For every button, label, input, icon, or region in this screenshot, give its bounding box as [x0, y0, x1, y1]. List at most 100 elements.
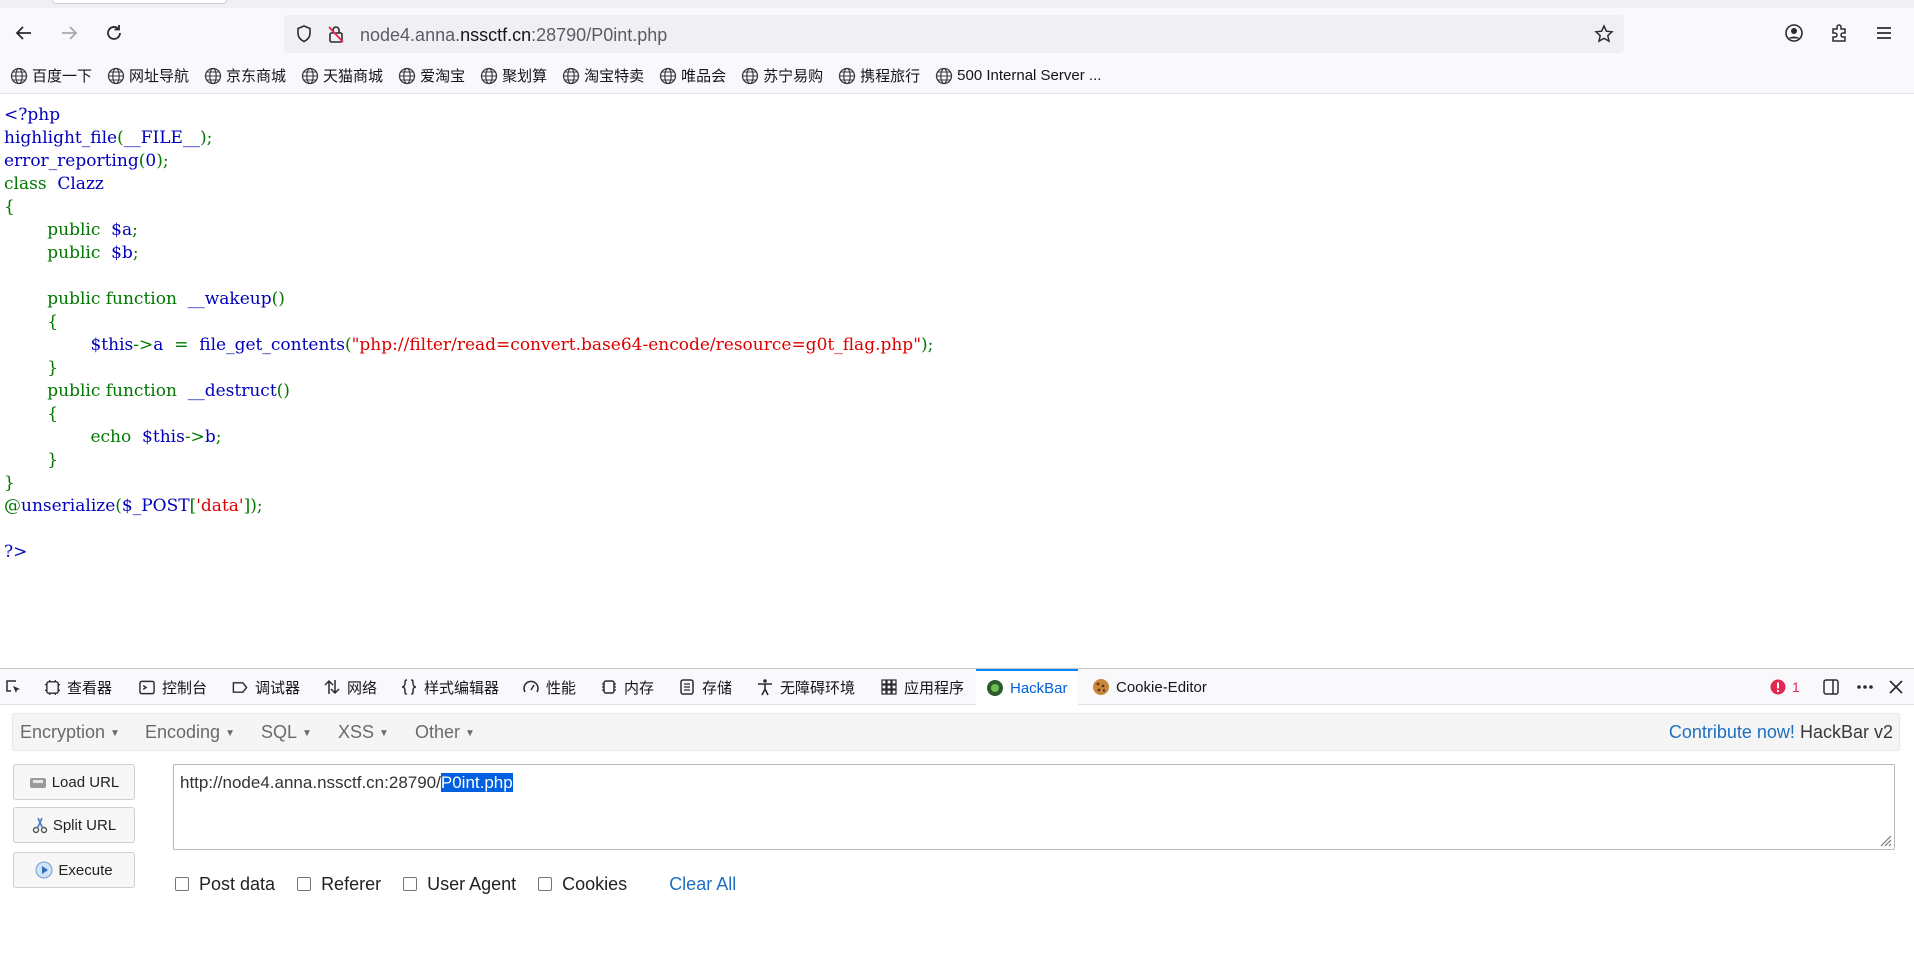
code-token: (	[344, 335, 352, 355]
bookmark-item[interactable]: 携程旅行	[838, 65, 920, 86]
element-picker-button[interactable]	[4, 669, 28, 705]
tab-accessibility[interactable]: 无障碍环境	[756, 669, 855, 705]
code-token: );	[156, 151, 169, 171]
menu-encryption[interactable]: Encryption ▼	[20, 722, 120, 743]
clear-all-link[interactable]: Clear All	[669, 874, 736, 895]
code-token: $this	[142, 427, 185, 447]
bookmark-item[interactable]: 爱淘宝	[398, 65, 465, 86]
url-textarea[interactable]: http://node4.anna.nssctf.cn:28790/P0int.…	[173, 764, 1895, 850]
checkbox-box[interactable]	[403, 877, 418, 891]
app-menu-button[interactable]	[1869, 18, 1899, 48]
caret-down-icon: ▼	[465, 727, 475, 739]
cookie-icon	[1093, 679, 1109, 695]
request-options: Post data Referer User Agent Cookies Cle…	[175, 873, 736, 895]
globe-icon	[659, 67, 677, 84]
address-bar[interactable]: node4.anna.nssctf.cn:28790/P0int.php	[284, 15, 1624, 53]
error-count: 1	[1792, 679, 1800, 695]
code-token: ;	[132, 243, 139, 263]
checkbox-box[interactable]	[297, 877, 312, 891]
tab-application[interactable]: 应用程序	[880, 669, 964, 705]
hamburger-icon	[1877, 27, 1891, 39]
active-tab[interactable]	[52, 0, 227, 4]
globe-icon	[838, 67, 856, 84]
devtools-menu-button[interactable]	[1855, 669, 1875, 705]
tab-cookie-editor[interactable]: Cookie-Editor	[1092, 669, 1207, 705]
back-button[interactable]	[9, 18, 39, 48]
code-token: __destruct	[187, 381, 277, 401]
execute-button[interactable]: Execute	[13, 852, 135, 888]
globe-icon	[480, 67, 498, 84]
resize-grip-icon[interactable]	[1878, 833, 1892, 847]
play-icon	[35, 861, 53, 879]
code-token: 0	[145, 151, 157, 171]
bookmark-item[interactable]: 唯品会	[659, 65, 726, 86]
user-agent-checkbox[interactable]: User Agent	[403, 874, 516, 895]
checkbox-box[interactable]	[175, 877, 189, 891]
contribute-link[interactable]: Contribute now!	[1669, 722, 1795, 742]
code-line: public $a;	[4, 219, 933, 242]
bookmark-item[interactable]: 京东商城	[204, 65, 286, 86]
bookmark-item[interactable]: 百度一下	[10, 65, 92, 86]
devtools-panel: 查看器 控制台 调试器 网络 样式编辑器 性能 内存 存储 无障碍环境 应用程序…	[0, 668, 1914, 966]
tab-storage[interactable]: 存储	[678, 669, 732, 705]
insecure-lock-icon[interactable]	[326, 24, 346, 44]
menu-xss[interactable]: XSS ▼	[338, 722, 389, 743]
tab-console[interactable]: 控制台	[138, 669, 207, 705]
menu-sql[interactable]: SQL ▼	[261, 722, 312, 743]
error-icon	[1770, 679, 1786, 695]
error-count-indicator[interactable]: 1	[1770, 669, 1800, 705]
account-button[interactable]	[1779, 18, 1809, 48]
globe-icon	[107, 67, 125, 84]
bookmark-item[interactable]: 聚划算	[480, 65, 547, 86]
code-token: @	[4, 496, 21, 516]
code-line: public function __wakeup()	[4, 288, 933, 311]
code-token: ;	[132, 220, 138, 240]
bookmark-star-icon[interactable]	[1594, 24, 1614, 44]
bookmark-item[interactable]: 淘宝特卖	[562, 65, 644, 86]
devtools-close-button[interactable]	[1888, 669, 1904, 705]
menu-encoding[interactable]: Encoding ▼	[145, 722, 235, 743]
grid-icon	[881, 679, 897, 695]
caret-down-icon: ▼	[225, 727, 235, 739]
code-line: public $b;	[4, 242, 933, 265]
code-token: }	[47, 450, 59, 470]
code-token: }	[47, 358, 59, 378]
code-token: echo	[90, 427, 137, 447]
code-token: ;	[215, 427, 222, 447]
code-line: <?php	[4, 104, 933, 127]
checkbox-box[interactable]	[538, 877, 553, 891]
dock-toggle-button[interactable]	[1822, 669, 1840, 705]
code-token: public	[47, 220, 106, 240]
url-text[interactable]: node4.anna.nssctf.cn:28790/P0int.php	[360, 25, 667, 46]
tab-network[interactable]: 网络	[323, 669, 377, 705]
menu-other[interactable]: Other ▼	[415, 722, 475, 743]
tab-style-editor[interactable]: 样式编辑器	[400, 669, 499, 705]
forward-button[interactable]	[54, 18, 84, 48]
post-data-checkbox[interactable]: Post data	[175, 874, 275, 895]
hackbar-menubar: Encryption ▼ Encoding ▼ SQL ▼ XSS ▼ Other ▼ C…	[12, 713, 1900, 751]
close-icon	[1889, 680, 1903, 694]
cookies-checkbox[interactable]: Cookies	[538, 874, 627, 895]
code-token: ]);	[243, 496, 263, 516]
code-line: {	[4, 196, 933, 219]
code-token: __FILE__	[123, 128, 200, 148]
url-value[interactable]: http://node4.anna.nssctf.cn:28790/P0int.…	[180, 773, 513, 793]
tab-performance[interactable]: 性能	[522, 669, 576, 705]
code-token: {	[4, 197, 15, 217]
load-url-button[interactable]: Load URL	[13, 764, 135, 800]
split-url-button[interactable]: Split URL	[13, 807, 135, 843]
bookmark-item[interactable]: 苏宁易购	[741, 65, 823, 86]
referer-checkbox[interactable]: Referer	[297, 874, 381, 895]
extensions-button[interactable]	[1824, 18, 1854, 48]
bookmark-item[interactable]: 天猫商城	[301, 65, 383, 86]
tab-hackbar[interactable]: HackBar	[976, 669, 1078, 705]
reload-button[interactable]	[99, 18, 129, 48]
tab-debugger[interactable]: 调试器	[231, 669, 300, 705]
tab-memory[interactable]: 内存	[600, 669, 654, 705]
code-token: $a	[111, 220, 133, 240]
tab-strip	[0, 0, 1914, 8]
arrow-left-icon	[15, 26, 31, 40]
tab-inspector[interactable]: 查看器	[44, 669, 112, 705]
bookmark-item[interactable]: 网址导航	[107, 65, 189, 86]
bookmark-item[interactable]: 500 Internal Server ...	[935, 67, 1101, 85]
